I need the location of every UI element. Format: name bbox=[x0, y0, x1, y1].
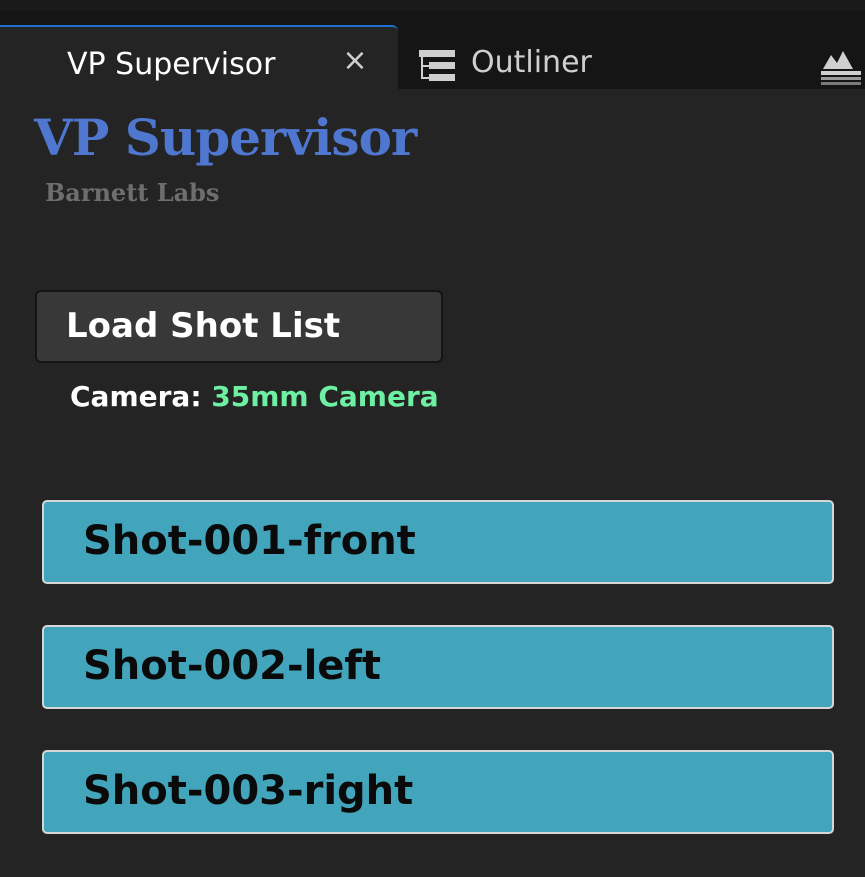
plugin-title: VP Supervisor bbox=[34, 108, 417, 167]
tab-bar: VP Supervisor × Outliner bbox=[0, 11, 865, 100]
tab-outliner[interactable]: Outliner bbox=[405, 25, 705, 100]
camera-value: 35mm Camera bbox=[211, 380, 439, 413]
plugin-subtitle: Barnett Labs bbox=[45, 178, 220, 207]
window-top-strip bbox=[0, 0, 865, 11]
close-icon[interactable]: × bbox=[340, 43, 370, 79]
shot-button-002[interactable]: Shot-002-left bbox=[42, 625, 834, 709]
tab-label: VP Supervisor bbox=[67, 47, 276, 82]
outliner-icon bbox=[419, 50, 455, 81]
shot-button-003[interactable]: Shot-003-right bbox=[42, 750, 834, 834]
camera-status: Camera: 35mm Camera bbox=[70, 380, 439, 413]
tab-label: Outliner bbox=[471, 45, 592, 80]
camera-label: Camera: bbox=[70, 380, 202, 413]
vp-supervisor-window: VP Supervisor × Outliner VP Supervisor B… bbox=[0, 0, 865, 877]
shot-button-001[interactable]: Shot-001-front bbox=[42, 500, 834, 584]
load-shot-list-button[interactable]: Load Shot List bbox=[35, 290, 443, 363]
layers-icon[interactable] bbox=[819, 47, 861, 87]
tab-vp-supervisor[interactable]: VP Supervisor × bbox=[0, 25, 398, 100]
